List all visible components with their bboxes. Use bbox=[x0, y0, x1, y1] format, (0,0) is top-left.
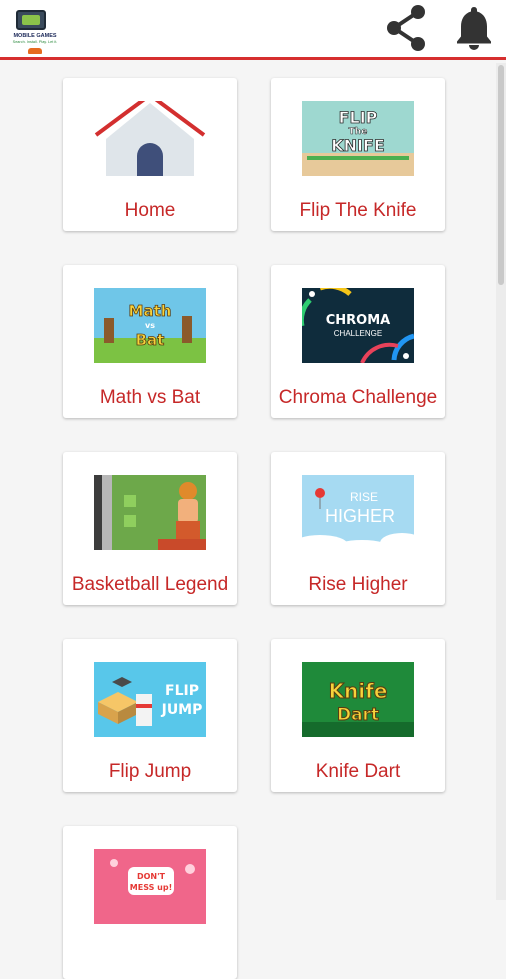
svg-text:FLIP: FLIP bbox=[165, 683, 199, 699]
flip-jump-art: FLIP JUMP bbox=[94, 662, 206, 737]
grid-item-label: Flip Jump bbox=[108, 761, 192, 782]
home-thumbnail bbox=[94, 101, 206, 176]
scrollbar[interactable] bbox=[496, 63, 506, 900]
svg-text:CHROMA: CHROMA bbox=[326, 313, 390, 328]
svg-text:FLIP: FLIP bbox=[339, 108, 378, 127]
grid-item-basketball-legend[interactable]: Basketball Legend bbox=[63, 452, 237, 605]
knife-dart-art: Knife Dart bbox=[302, 662, 414, 737]
home-icon bbox=[94, 101, 206, 176]
svg-text:Dart: Dart bbox=[337, 705, 379, 725]
logo-mark bbox=[28, 48, 42, 54]
grid-item-math-vs-bat[interactable]: Math vs Bat Math vs Bat bbox=[63, 265, 237, 418]
bell-icon bbox=[457, 7, 491, 50]
grid-item-rise-higher[interactable]: RISE HIGHER Rise Higher bbox=[271, 452, 445, 605]
grid-item-label: Math vs Bat bbox=[99, 387, 201, 408]
grid-item-chroma-challenge[interactable]: CHROMA CHALLENGE Chroma Challenge bbox=[271, 265, 445, 418]
scrollbar-thumb[interactable] bbox=[498, 65, 504, 285]
grid-item-label: Basketball Legend bbox=[71, 574, 229, 595]
grid-item-label: Knife Dart bbox=[315, 761, 401, 782]
svg-text:Knife: Knife bbox=[329, 679, 388, 703]
math-vs-bat-art: Math vs Bat bbox=[94, 288, 206, 363]
chroma-challenge-art: CHROMA CHALLENGE bbox=[302, 288, 414, 363]
rise-higher-thumbnail: RISE HIGHER bbox=[302, 475, 414, 550]
dont-mess-up-art: DON'T MESS up! bbox=[94, 849, 206, 924]
svg-text:JUMP: JUMP bbox=[161, 702, 203, 718]
flip-the-knife-thumbnail: FLIP The KNIFE bbox=[302, 101, 414, 176]
basketball-legend-art bbox=[94, 475, 206, 550]
top-app-bar: MOBILE GAMES Search. Install. Play. Let … bbox=[0, 0, 506, 60]
grid-item-flip-the-knife[interactable]: FLIP The KNIFE Flip The Knife bbox=[271, 78, 445, 231]
share-button[interactable] bbox=[380, 2, 432, 54]
svg-text:HIGHER: HIGHER bbox=[325, 506, 395, 526]
svg-text:Bat: Bat bbox=[136, 331, 165, 349]
grid-item-label: Rise Higher bbox=[308, 574, 408, 595]
rise-higher-art: RISE HIGHER bbox=[302, 475, 414, 550]
grid-item-dont-mess-up[interactable]: DON'T MESS up! bbox=[63, 826, 237, 979]
chroma-challenge-thumbnail: CHROMA CHALLENGE bbox=[302, 288, 414, 363]
logo-tagline: Search. Install. Play. Let it. bbox=[12, 40, 58, 44]
grid-item-flip-jump[interactable]: FLIP JUMP Flip Jump bbox=[63, 639, 237, 792]
flip-jump-thumbnail: FLIP JUMP bbox=[94, 662, 206, 737]
flip-the-knife-art: FLIP The KNIFE bbox=[302, 101, 414, 176]
app-logo[interactable]: MOBILE GAMES Search. Install. Play. Let … bbox=[6, 4, 64, 58]
svg-text:RISE: RISE bbox=[350, 490, 378, 504]
grid-item-knife-dart[interactable]: Knife Dart Knife Dart bbox=[271, 639, 445, 792]
share-icon bbox=[387, 5, 425, 51]
svg-text:vs: vs bbox=[145, 321, 155, 330]
svg-text:KNIFE: KNIFE bbox=[331, 136, 385, 155]
logo-title: MOBILE GAMES bbox=[13, 33, 57, 39]
dont-mess-up-thumbnail: DON'T MESS up! bbox=[94, 849, 206, 924]
grid-item-label: Flip The Knife bbox=[299, 200, 417, 221]
svg-text:Math: Math bbox=[129, 302, 172, 320]
svg-text:DON'T: DON'T bbox=[137, 872, 166, 881]
grid-item-label: Chroma Challenge bbox=[278, 387, 438, 408]
basketball-legend-thumbnail bbox=[94, 475, 206, 550]
grid-item-home[interactable]: Home bbox=[63, 78, 237, 231]
notifications-button[interactable] bbox=[448, 2, 500, 54]
tv-icon bbox=[16, 10, 46, 30]
svg-text:CHALLENGE: CHALLENGE bbox=[334, 329, 382, 338]
math-vs-bat-thumbnail: Math vs Bat bbox=[94, 288, 206, 363]
game-grid: Home FLIP The KNIFE Flip The Knife Math bbox=[0, 63, 494, 979]
svg-text:MESS up!: MESS up! bbox=[130, 883, 172, 892]
knife-dart-thumbnail: Knife Dart bbox=[302, 662, 414, 737]
grid-item-label: Home bbox=[124, 200, 176, 221]
